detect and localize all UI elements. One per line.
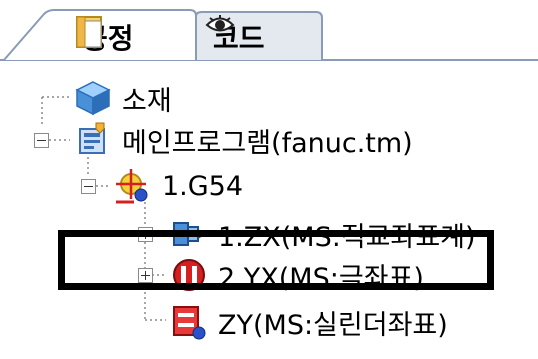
- program-icon: [74, 121, 112, 159]
- highlight-box: [58, 230, 494, 290]
- coordinate-origin-icon: [114, 167, 152, 205]
- tree-item-material[interactable]: 소재: [74, 74, 172, 122]
- process-tree-panel: 공정 코드 소재 메인프로그램(fanuc.tm) 1.G54 1.ZX(MS:…: [0, 0, 538, 359]
- tree-item-g54[interactable]: 1.G54: [114, 162, 243, 210]
- tree-item-g54-label: 1.G54: [162, 170, 244, 202]
- tree-item-zy[interactable]: ZY(MS:실린더좌표): [170, 298, 448, 346]
- g54-collapse-toggle[interactable]: [81, 179, 96, 194]
- tree-item-material-label: 소재: [122, 85, 172, 117]
- tree-item-main-program-label: 메인프로그램(fanuc.tm): [122, 127, 413, 159]
- tab-strip: 공정 코드: [0, 0, 538, 62]
- tab-code[interactable]: 코드: [205, 14, 265, 60]
- cube-icon: [74, 79, 112, 117]
- tree-item-zy-label: ZY(MS:실린더좌표): [218, 309, 448, 341]
- tab-process[interactable]: 공정: [74, 14, 134, 60]
- process-tree: 소재 메인프로그램(fanuc.tm) 1.G54 1.ZX(MS:직교좌표계)…: [0, 62, 538, 359]
- main-program-collapse-toggle[interactable]: [34, 133, 49, 148]
- cylinder-axis-icon: [170, 303, 208, 341]
- tree-item-main-program[interactable]: 메인프로그램(fanuc.tm): [74, 116, 413, 164]
